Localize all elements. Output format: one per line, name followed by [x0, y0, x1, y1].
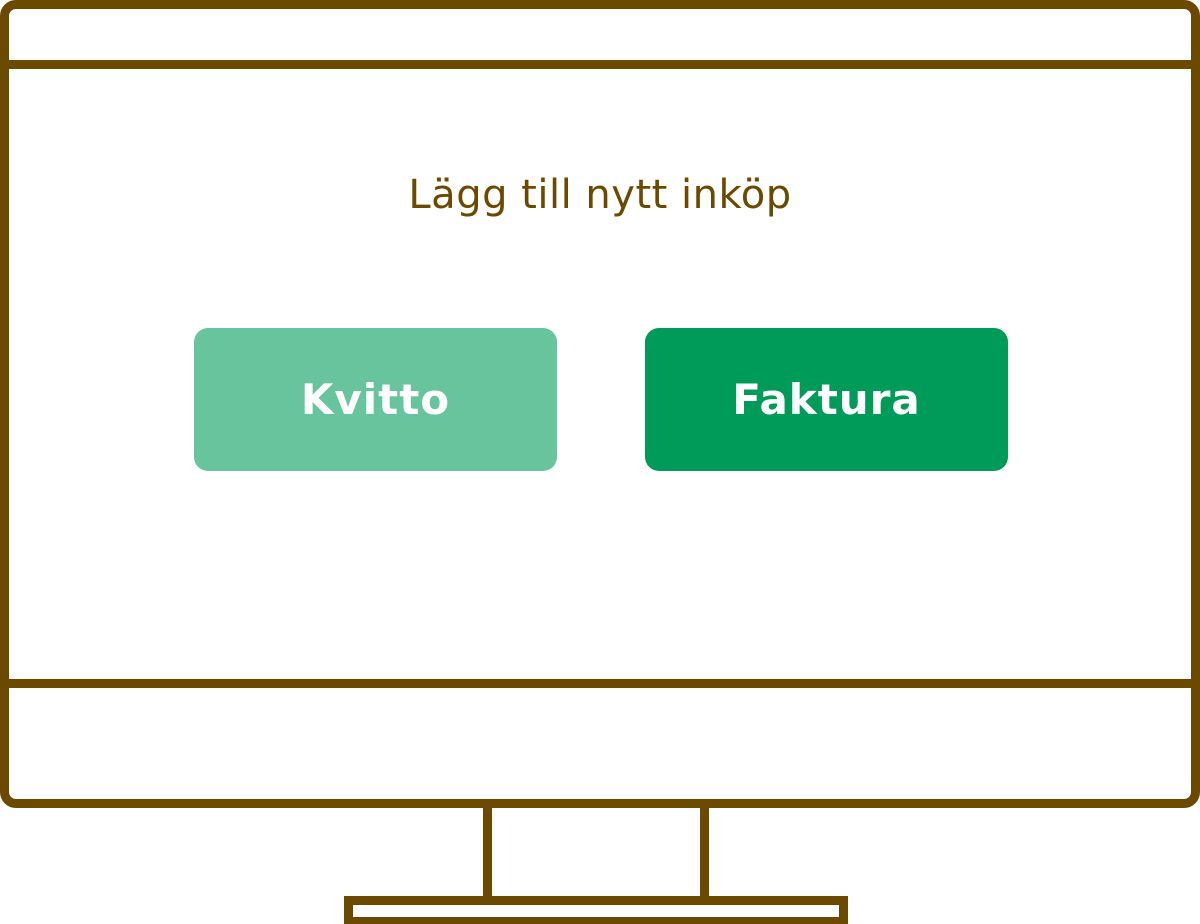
monitor-illustration: Lägg till nytt inköp Kvitto Faktura — [0, 0, 1200, 924]
screen-area: Lägg till nytt inköp Kvitto Faktura — [9, 69, 1191, 679]
invoice-button[interactable]: Faktura — [645, 328, 1008, 471]
monitor-stand-base — [344, 896, 848, 924]
page-title: Lägg till nytt inköp — [408, 172, 792, 218]
bottom-bezel-divider — [9, 679, 1191, 688]
monitor-stand-neck — [483, 799, 709, 902]
top-bezel-divider — [9, 60, 1191, 69]
monitor-frame: Lägg till nytt inköp Kvitto Faktura — [0, 0, 1200, 808]
receipt-button[interactable]: Kvitto — [194, 328, 557, 471]
